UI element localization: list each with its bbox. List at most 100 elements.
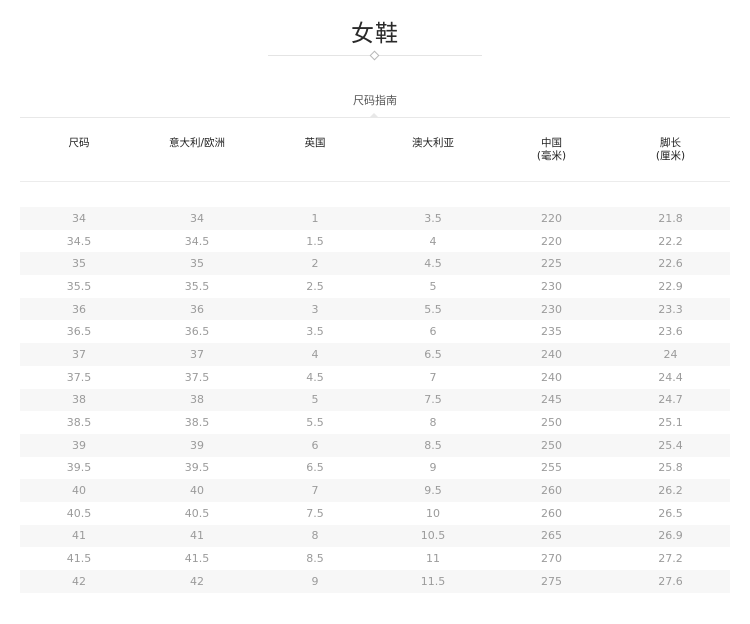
table-row: 38.5 38.5 5.5 8 250 25.1 [20, 411, 730, 434]
table-cell: 240 [541, 347, 562, 361]
table-cell: 220 [541, 234, 562, 248]
table-cell: 27.6 [658, 574, 683, 588]
table-cell: 38 [190, 393, 204, 407]
table-cell: 270 [541, 552, 562, 566]
table-cell: 37 [72, 347, 86, 361]
table-cell: 42 [72, 574, 86, 588]
table-cell: 38.5 [66, 416, 92, 430]
page-title: 女鞋 [351, 21, 399, 47]
table-row: 36.5 36.5 3.5 6 235 23.6 [20, 320, 730, 343]
table-cell: 40 [190, 484, 204, 498]
table-cell: 34.5 [184, 234, 210, 248]
table-cell: 27.2 [658, 552, 683, 566]
table-cell: 39.5 [66, 461, 92, 475]
table-row: 35 35 2 4.5 225 22.6 [20, 252, 730, 276]
table-cell: 7 [429, 370, 437, 384]
table-cell: 4.5 [424, 257, 442, 271]
table-cell: 39.5 [184, 461, 210, 475]
table-cell: 3.5 [306, 325, 324, 339]
table-cell: 36 [190, 302, 204, 316]
table-cell: 40 [72, 484, 86, 498]
diamond-ornament-icon [369, 50, 380, 61]
table-cell: 41 [190, 529, 204, 543]
header-uk: 英国 [304, 137, 326, 149]
table-row: 37 37 4 6.5 240 24 [20, 343, 730, 366]
table-cell: 22.6 [658, 257, 683, 271]
table-cell: 8.5 [306, 552, 324, 566]
table-cell: 24.7 [658, 393, 683, 407]
table-cell: 10.5 [420, 529, 446, 543]
table-cell: 26.5 [658, 506, 683, 520]
table-cell: 37.5 [66, 370, 92, 384]
table-cell: 5.5 [306, 416, 324, 430]
table-cell: 255 [541, 461, 562, 475]
table-cell: 1.5 [306, 234, 324, 248]
table-cell: 3.5 [424, 211, 442, 225]
table-cell: 9 [311, 574, 319, 588]
table-cell: 21.8 [658, 211, 683, 225]
table-cell: 42 [190, 574, 204, 588]
table-cell: 25.4 [658, 438, 683, 452]
tab-indicator-icon [370, 113, 378, 117]
table-row: 34 34 1 3.5 220 21.8 [20, 207, 730, 230]
header-china-mm: 中国 (毫米) [536, 137, 567, 162]
table-cell: 34 [190, 211, 204, 225]
table-cell: 5 [311, 393, 319, 407]
table-cell: 22.2 [658, 234, 683, 248]
table-cell: 26.9 [658, 529, 683, 543]
header-italy-europe: 意大利/欧洲 [168, 137, 226, 149]
table-cell: 39 [190, 438, 204, 452]
table-cell: 36 [72, 302, 86, 316]
table-cell: 260 [541, 506, 562, 520]
table-cell: 230 [541, 279, 562, 293]
table-cell: 24.4 [658, 370, 683, 384]
table-cell: 220 [541, 211, 562, 225]
table-cell: 35.5 [184, 279, 210, 293]
table-cell: 5 [429, 279, 437, 293]
table-cell: 37.5 [184, 370, 210, 384]
table-cell: 250 [541, 416, 562, 430]
table-cell: 235 [541, 325, 562, 339]
size-guide-tab[interactable]: 尺码指南 [0, 92, 750, 108]
table-cell: 24 [663, 347, 678, 361]
table-cell: 38 [72, 393, 86, 407]
table-row: 35.5 35.5 2.5 5 230 22.9 [20, 275, 730, 298]
table-cell: 38.5 [184, 416, 210, 430]
table-cell: 8 [311, 529, 319, 543]
table-row: 34.5 34.5 1.5 4 220 22.2 [20, 230, 730, 253]
table-cell: 36.5 [184, 325, 210, 339]
table-cell: 6.5 [424, 347, 442, 361]
table-cell: 4 [311, 347, 319, 361]
table-cell: 240 [541, 370, 562, 384]
table-row: 39 39 6 8.5 250 25.4 [20, 433, 730, 457]
table-row: 36 36 3 5.5 230 23.3 [20, 297, 730, 321]
table-cell: 35 [72, 257, 86, 271]
table-cell: 225 [541, 257, 562, 271]
table-cell: 260 [541, 484, 562, 498]
table-cell: 11 [426, 552, 440, 566]
table-cell: 40.5 [66, 506, 92, 520]
table-cell: 275 [541, 574, 562, 588]
table-cell: 7.5 [424, 393, 442, 407]
table-cell: 7.5 [306, 506, 324, 520]
table-row: 40.5 40.5 7.5 10 260 26.5 [20, 502, 730, 525]
table-cell: 26.2 [658, 484, 683, 498]
table-cell: 41 [72, 529, 86, 543]
table-cell: 23.6 [658, 325, 683, 339]
table-cell: 11.5 [420, 574, 446, 588]
header-foot-length-cm: 脚长 (厘米) [655, 137, 686, 162]
table-cell: 36.5 [66, 325, 92, 339]
table-cell: 9.5 [424, 484, 442, 498]
table-cell: 7 [311, 484, 319, 498]
table-row: 40 40 7 9.5 260 26.2 [20, 479, 730, 502]
table-cell: 8 [429, 416, 437, 430]
table-cell: 25.1 [658, 416, 683, 430]
table-header: 尺码 意大利/欧洲 英国 澳大利亚 中国 (毫米) 脚长 (厘米) [20, 118, 730, 182]
table-cell: 23.3 [658, 302, 683, 316]
table-row: 38 38 5 7.5 245 24.7 [20, 388, 730, 412]
header-australia: 澳大利亚 [412, 137, 454, 149]
table-cell: 1 [311, 211, 319, 225]
table-cell: 9 [429, 461, 437, 475]
table-cell: 22.9 [658, 279, 683, 293]
header-size: 尺码 [68, 137, 90, 149]
